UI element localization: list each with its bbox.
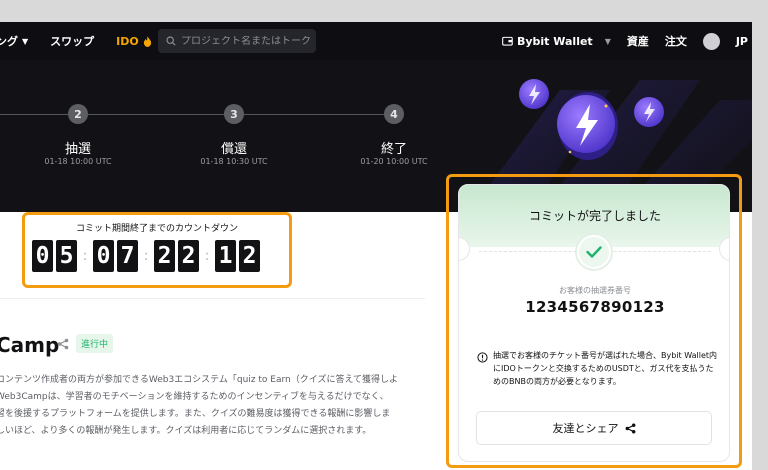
countdown-digit: 7 bbox=[117, 240, 138, 272]
nav-language-label: JP bbox=[735, 34, 748, 48]
description-line: 習を後援するプラットフォームを提供します。また、クイズの難易度は獲得できる報酬に… bbox=[0, 409, 391, 419]
nav-ido[interactable]: IDO bbox=[116, 35, 152, 48]
nav-right: Bybit Wallet ▼ 資産 注文 JP bbox=[502, 22, 748, 60]
info-icon bbox=[477, 352, 488, 363]
step-date: 01-20 10:00 UTC bbox=[360, 157, 428, 166]
card-title: コミットが完了しました bbox=[528, 209, 661, 223]
wallet-icon bbox=[502, 36, 513, 46]
search-icon bbox=[166, 36, 176, 46]
avatar[interactable] bbox=[702, 32, 720, 50]
countdown-title: コミット期間終了までのカウントダウン bbox=[75, 224, 238, 234]
step-number: 2 bbox=[68, 104, 88, 124]
app-frame: ング ▼ スワップ IDO Bybit Wallet ▼ 資産 bbox=[0, 22, 752, 470]
nav-trading-label: ング bbox=[0, 35, 18, 48]
nav-swap-label: スワップ bbox=[50, 35, 95, 48]
info-text: 抽選でお客様のチケット番号が選ばれた場合、Bybit Wallet内にIDOトー… bbox=[493, 351, 718, 386]
timeline-line bbox=[244, 114, 384, 115]
countdown-digit: 1 bbox=[215, 240, 236, 272]
caret-down-icon: ▼ bbox=[22, 36, 29, 46]
countdown-digit: 0 bbox=[32, 240, 53, 272]
step-label: 抽選 bbox=[64, 142, 91, 157]
share-icon[interactable] bbox=[57, 338, 69, 350]
section-divider bbox=[0, 298, 425, 299]
status-badge: 進行中 bbox=[76, 334, 114, 353]
timeline-line bbox=[0, 114, 68, 115]
step-number: 4 bbox=[384, 104, 404, 124]
countdown-digit: 5 bbox=[56, 240, 77, 272]
step-label: 終了 bbox=[380, 142, 407, 157]
nav-language[interactable]: JP bbox=[736, 35, 748, 48]
step-number: 3 bbox=[224, 104, 244, 124]
nav-ido-label: IDO bbox=[116, 34, 139, 48]
step-date: 01-18 10:00 UTC bbox=[44, 157, 112, 166]
share-button-label: 友達とシェア bbox=[552, 422, 619, 435]
description-line: しいほど、より多くの報酬が発生します。クイズは利用者に応じてランダムに選択されま… bbox=[0, 426, 372, 436]
share-icon bbox=[625, 423, 635, 433]
checkmark-icon bbox=[586, 246, 602, 258]
countdown-digit: 2 bbox=[178, 240, 199, 272]
step-date: 01-18 10:30 UTC bbox=[200, 157, 268, 166]
nav-left: ング ▼ スワップ IDO bbox=[0, 22, 152, 60]
caret-down-icon: ▼ bbox=[604, 36, 611, 46]
search-input[interactable] bbox=[181, 35, 311, 47]
countdown-separator: : bbox=[82, 248, 88, 264]
description-line: Web3Campは、学習者のモチベーションを維持するためのインセンティブを与える… bbox=[0, 392, 389, 402]
countdown-separator: : bbox=[143, 248, 149, 264]
project-description: コンテンツ作成者の両方が参加できるWeb3エコシステム「quiz to Earn… bbox=[0, 372, 428, 440]
ticket-label: お客様の抽選券番号 bbox=[559, 286, 631, 295]
nav-wallet-label: Bybit Wallet bbox=[516, 34, 593, 48]
step-label: 償還 bbox=[220, 142, 247, 157]
countdown-panel: コミット期間終了までのカウントダウン 0 5 : 0 7 : 2 2 : 1 2 bbox=[22, 212, 292, 288]
success-badge bbox=[575, 233, 613, 271]
project-title: Camp bbox=[0, 333, 60, 357]
commit-complete-card: コミットが完了しました お客様の抽選券番号 1234567890123 抽選でお… bbox=[458, 184, 730, 462]
nav-orders-label: 注文 bbox=[664, 35, 687, 48]
top-navigation: ング ▼ スワップ IDO Bybit Wallet ▼ 資産 bbox=[0, 22, 752, 60]
nav-wallet[interactable]: Bybit Wallet ▼ bbox=[502, 35, 611, 48]
countdown-digit: 2 bbox=[154, 240, 175, 272]
countdown-separator: : bbox=[204, 248, 210, 264]
nav-assets[interactable]: 資産 bbox=[627, 33, 649, 49]
success-badge-inner bbox=[579, 237, 609, 267]
countdown-digits: 0 5 : 0 7 : 2 2 : 1 2 bbox=[32, 240, 260, 272]
description-line: コンテンツ作成者の両方が参加できるWeb3エコシステム「quiz to Earn… bbox=[0, 375, 399, 385]
nav-orders[interactable]: 注文 bbox=[665, 33, 687, 49]
countdown-digit: 2 bbox=[239, 240, 260, 272]
nav-assets-label: 資産 bbox=[626, 35, 649, 48]
nav-swap[interactable]: スワップ bbox=[50, 33, 94, 49]
ticket-number: 1234567890123 bbox=[525, 298, 665, 316]
countdown-digit: 0 bbox=[93, 240, 114, 272]
fire-icon bbox=[143, 35, 151, 47]
timeline: 2 抽選 01-18 10:00 UTC 3 償還 01-18 10:30 UT… bbox=[0, 60, 450, 212]
timeline-line bbox=[88, 114, 224, 115]
ticket-notch bbox=[719, 237, 729, 261]
search-box[interactable] bbox=[158, 29, 316, 53]
share-with-friends-button[interactable]: 友達とシェア bbox=[476, 411, 712, 445]
nav-trading[interactable]: ング ▼ bbox=[0, 33, 28, 49]
